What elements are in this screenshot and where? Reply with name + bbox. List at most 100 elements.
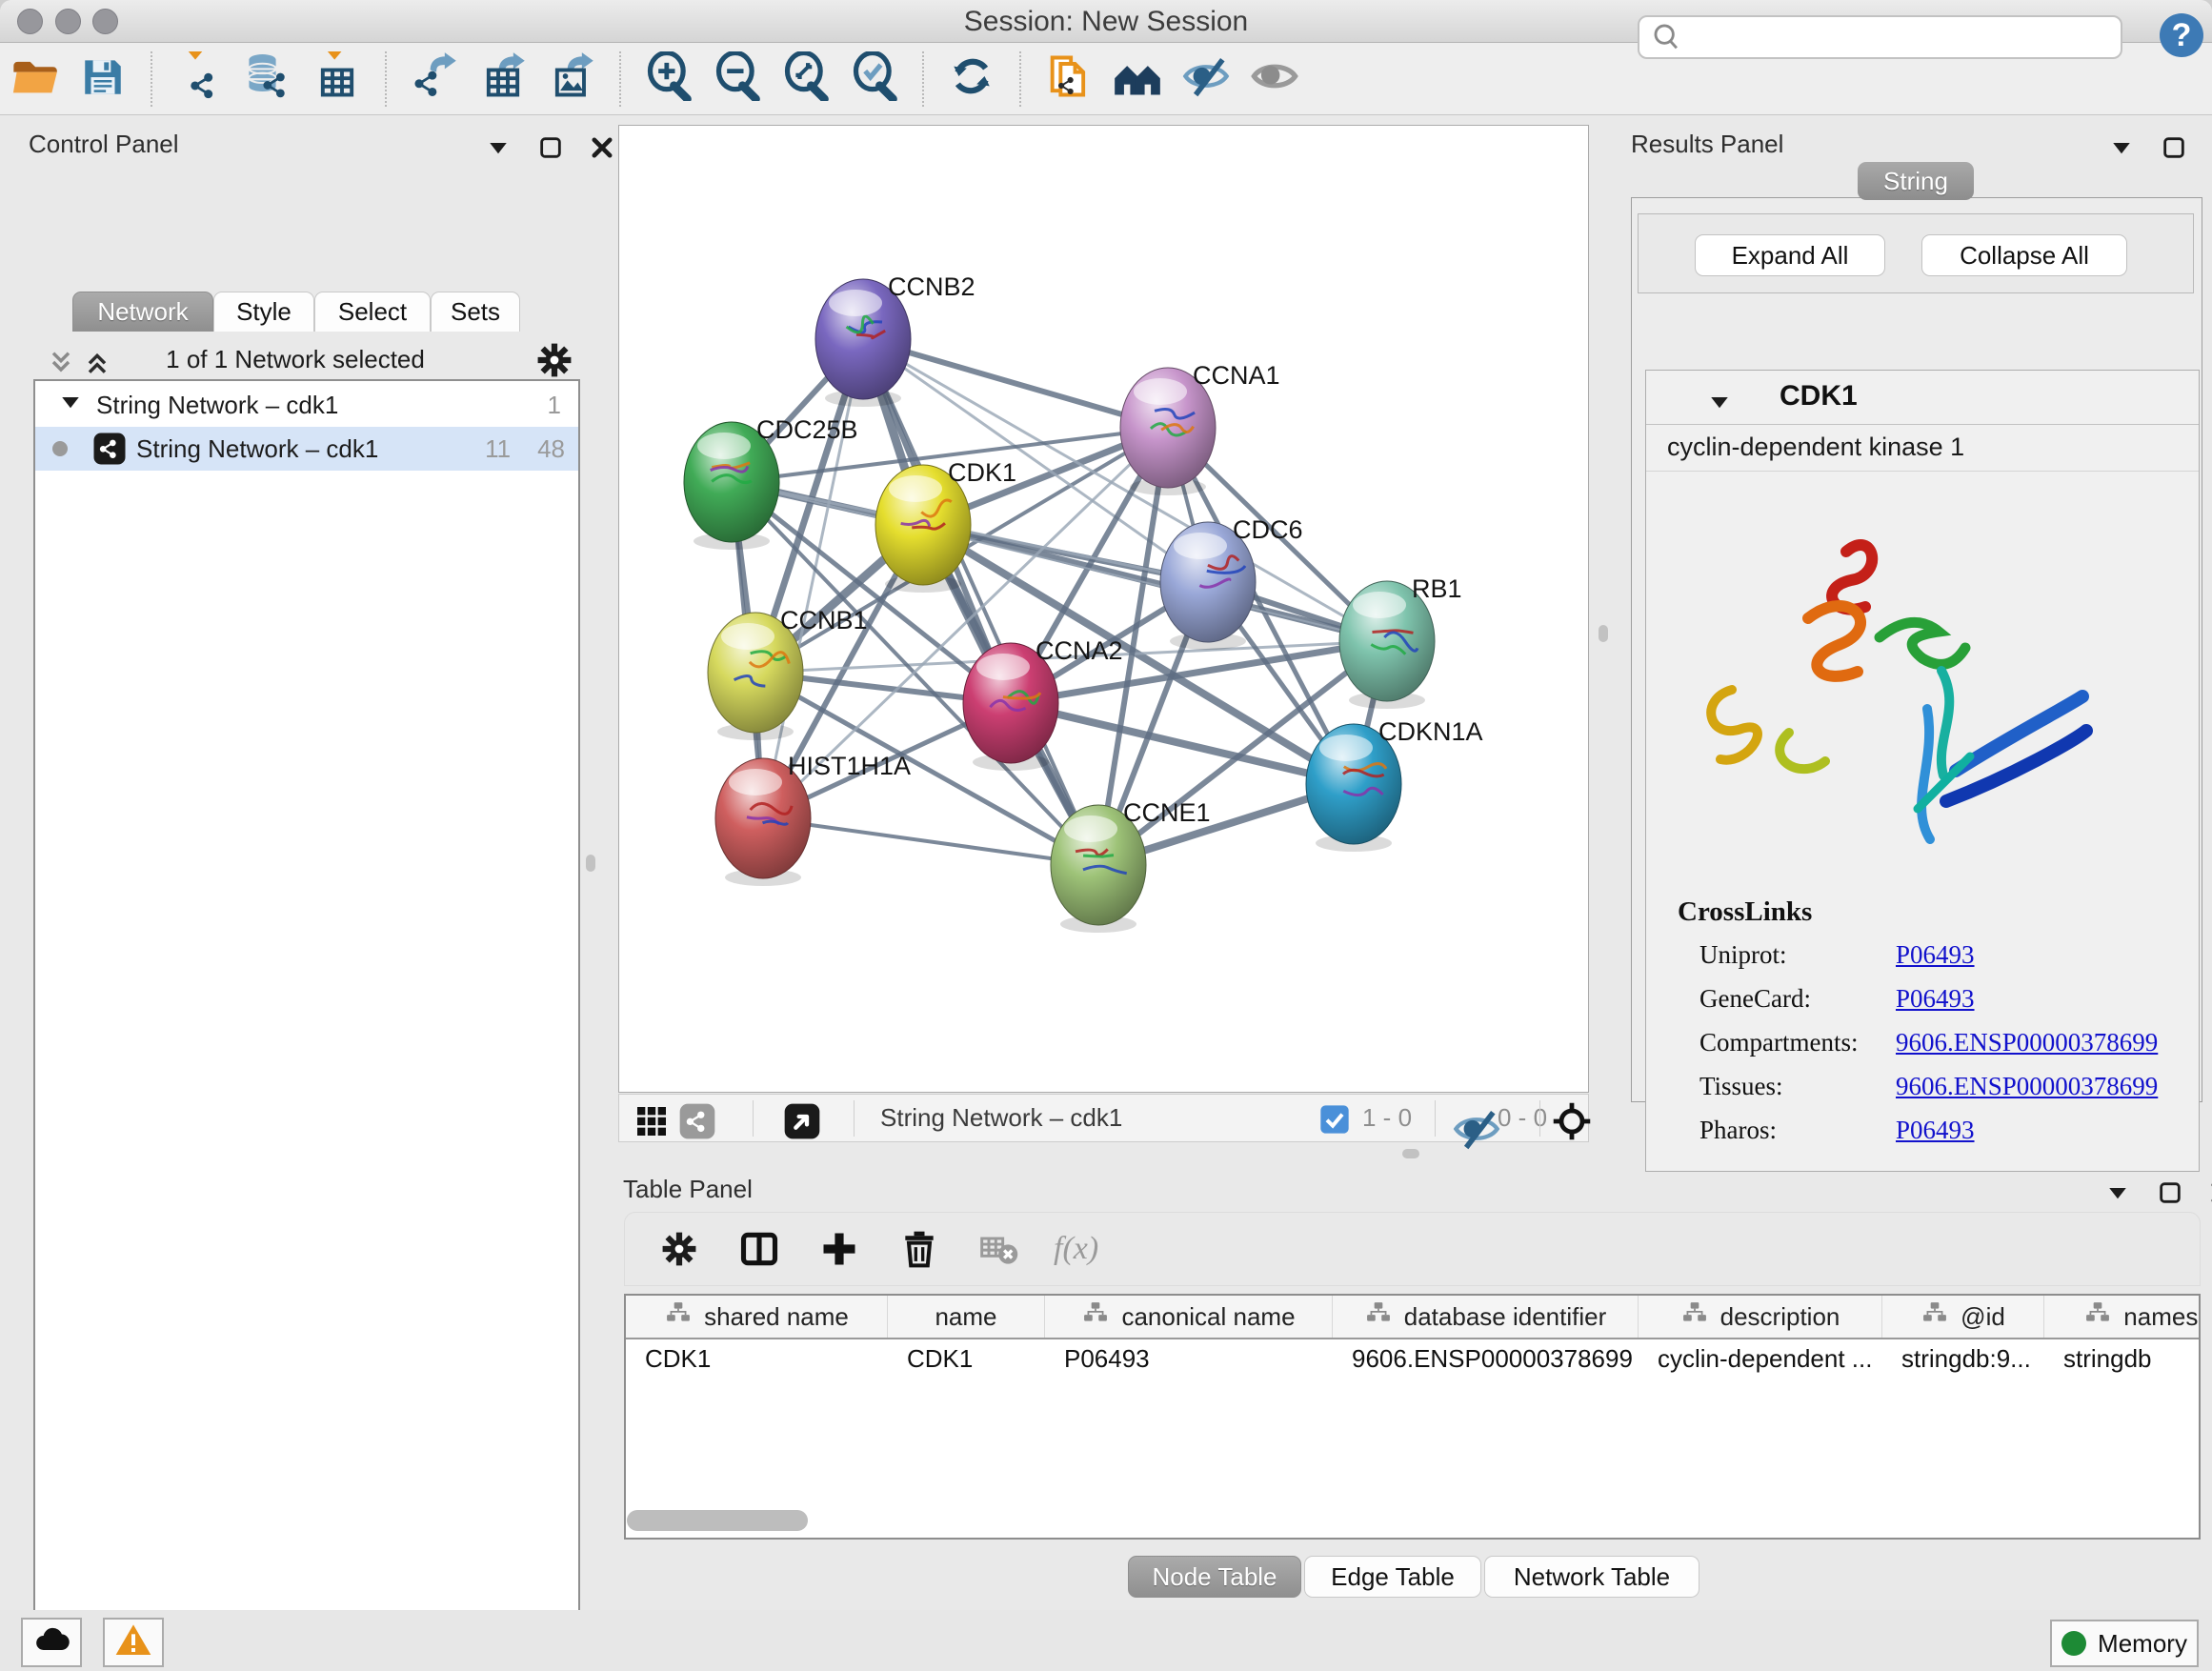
- refresh-button[interactable]: [947, 52, 996, 106]
- table-panel-close-icon[interactable]: [2208, 1179, 2212, 1211]
- column-header-shared-name[interactable]: shared name: [626, 1296, 888, 1338]
- hide-selected-button[interactable]: [1181, 52, 1231, 106]
- node-label-CCNB2: CCNB2: [888, 272, 975, 301]
- left-splitter-handle[interactable]: [586, 855, 595, 872]
- cloud-button[interactable]: [21, 1618, 82, 1667]
- crosslink-value[interactable]: 9606.ENSP00000378699: [1896, 1072, 2158, 1116]
- network-graph[interactable]: CCNB2 CCNA1 CDC25B CDK1 CDC6 RB1 CCNB1 C…: [619, 126, 1588, 1092]
- node-table[interactable]: shared namenamecanonical namedatabase id…: [624, 1294, 2201, 1540]
- network-node-CCNA1[interactable]: CCNA1: [1120, 361, 1280, 495]
- zoom-selected-button[interactable]: [850, 52, 899, 106]
- control-panel-close-icon[interactable]: [589, 134, 615, 166]
- crosslink-label: Tissues:: [1699, 1072, 1896, 1116]
- birdseye-crosshair-icon[interactable]: [1551, 1100, 1593, 1147]
- gene-name: CDK1: [1780, 380, 1858, 413]
- zoom-selected-icon: [850, 51, 899, 106]
- network-node-CDKN1A[interactable]: CDKN1A: [1306, 717, 1483, 852]
- open-session-icon: [10, 51, 59, 106]
- crosslink-value[interactable]: P06493: [1896, 1116, 1975, 1159]
- control-panel-maximize-icon[interactable]: [537, 134, 564, 166]
- control-panel-float-caret-icon[interactable]: [484, 133, 513, 167]
- search-input[interactable]: [1689, 23, 2121, 51]
- tab-network[interactable]: Network: [72, 292, 213, 332]
- new-network-from-selection-button[interactable]: [1044, 52, 1094, 106]
- node-label-CCNA2: CCNA2: [1036, 636, 1123, 665]
- tree-root-label: String Network – cdk1: [96, 391, 338, 420]
- network-grid-icon[interactable]: [633, 1102, 671, 1145]
- zoom-out-button[interactable]: [713, 52, 762, 106]
- network-edge[interactable]: [763, 818, 1098, 865]
- selected-counts: 1 - 0: [1362, 1103, 1412, 1133]
- network-overview-icon[interactable]: [678, 1102, 716, 1145]
- search-box[interactable]: [1638, 15, 2122, 59]
- show-columns-icon[interactable]: [734, 1223, 785, 1275]
- save-session-button[interactable]: [78, 52, 128, 106]
- column-header-namespace[interactable]: namespace: [2044, 1296, 2201, 1338]
- first-neighbors-button[interactable]: [1113, 52, 1162, 106]
- crosslink-label: Pharos:: [1699, 1116, 1896, 1159]
- network-edge[interactable]: [863, 339, 1098, 865]
- network-node-RB1[interactable]: RB1: [1339, 574, 1462, 709]
- column-header--id[interactable]: @id: [1882, 1296, 2044, 1338]
- tree-collapse-caret-icon[interactable]: [56, 388, 85, 423]
- table-row[interactable]: CDK1CDK1P064939606.ENSP00000378699cyclin…: [626, 1339, 2199, 1378]
- tab-style[interactable]: Style: [213, 292, 314, 332]
- memory-button[interactable]: Memory: [2050, 1620, 2199, 1667]
- table-horizontal-scrollbar[interactable]: [627, 1510, 808, 1531]
- expand-all-button[interactable]: Expand All: [1695, 234, 1885, 276]
- column-header-description[interactable]: description: [1639, 1296, 1882, 1338]
- open-in-window-icon[interactable]: [783, 1102, 821, 1145]
- tab-sets[interactable]: Sets: [431, 292, 520, 332]
- open-session-button[interactable]: [10, 52, 59, 106]
- tab-edge-table[interactable]: Edge Table: [1304, 1556, 1481, 1598]
- crosslink-row: Uniprot: P06493: [1699, 940, 2176, 984]
- network-selection-status: 1 of 1 Network selected: [10, 345, 581, 374]
- table-toolbar: f(x): [624, 1212, 2201, 1286]
- table-panel-float-caret-icon[interactable]: [2103, 1178, 2132, 1212]
- horizontal-splitter-handle[interactable]: [1402, 1149, 1419, 1158]
- export-table-button[interactable]: [478, 52, 528, 106]
- import-table-file-button[interactable]: [312, 52, 362, 106]
- tab-network-table[interactable]: Network Table: [1484, 1556, 1699, 1598]
- network-node-CCNB2[interactable]: CCNB2: [815, 272, 975, 407]
- table-panel-maximize-icon[interactable]: [2157, 1179, 2183, 1211]
- network-edge[interactable]: [763, 339, 863, 818]
- crosslink-value[interactable]: P06493: [1896, 940, 1975, 984]
- network-node-CCNE1[interactable]: CCNE1: [1051, 798, 1211, 933]
- show-all-button[interactable]: [1250, 52, 1299, 106]
- column-header-name[interactable]: name: [888, 1296, 1045, 1338]
- results-panel-float-caret-icon[interactable]: [2107, 133, 2136, 167]
- column-header-database-identifier[interactable]: database identifier: [1333, 1296, 1639, 1338]
- crosslink-value[interactable]: P06493: [1896, 984, 1975, 1028]
- tree-root-row[interactable]: String Network – cdk1 1: [35, 383, 578, 427]
- export-network-icon: [410, 51, 459, 106]
- tree-network-row[interactable]: String Network – cdk1 11 48: [35, 427, 578, 471]
- column-header-canonical-name[interactable]: canonical name: [1045, 1296, 1333, 1338]
- create-column-icon[interactable]: [814, 1223, 865, 1275]
- tab-select[interactable]: Select: [314, 292, 431, 332]
- zoom-in-button[interactable]: [644, 52, 694, 106]
- zoom-fit-button[interactable]: [781, 52, 831, 106]
- network-node-HIST1H1A[interactable]: HIST1H1A: [715, 752, 911, 886]
- import-network-file-button[interactable]: [175, 52, 225, 106]
- right-splitter-handle[interactable]: [1599, 625, 1608, 642]
- tab-node-table[interactable]: Node Table: [1128, 1556, 1301, 1598]
- network-canvas[interactable]: CCNB2 CCNA1 CDC25B CDK1 CDC6 RB1 CCNB1 C…: [618, 125, 1589, 1093]
- help-button[interactable]: ?: [2160, 13, 2203, 57]
- network-node-CDC6[interactable]: CDC6: [1160, 515, 1303, 650]
- export-image-button[interactable]: [547, 52, 596, 106]
- export-table-icon: [478, 51, 528, 106]
- crosslink-value[interactable]: 9606.ENSP00000378699: [1896, 1028, 2158, 1072]
- import-network-database-button[interactable]: [244, 52, 293, 106]
- selected-checkbox-icon[interactable]: [1319, 1104, 1350, 1139]
- collapse-all-button[interactable]: Collapse All: [1921, 234, 2127, 276]
- tab-string[interactable]: String: [1858, 162, 1974, 200]
- table-settings-gear-icon[interactable]: [654, 1223, 705, 1275]
- results-panel-maximize-icon[interactable]: [2161, 134, 2187, 166]
- section-collapse-caret-icon[interactable]: [1705, 388, 1734, 421]
- delete-column-icon[interactable]: [894, 1223, 945, 1275]
- table-panel-title: Table Panel: [623, 1175, 753, 1204]
- export-network-button[interactable]: [410, 52, 459, 106]
- warnings-button[interactable]: [103, 1618, 164, 1667]
- import-network-database-icon: [242, 51, 295, 106]
